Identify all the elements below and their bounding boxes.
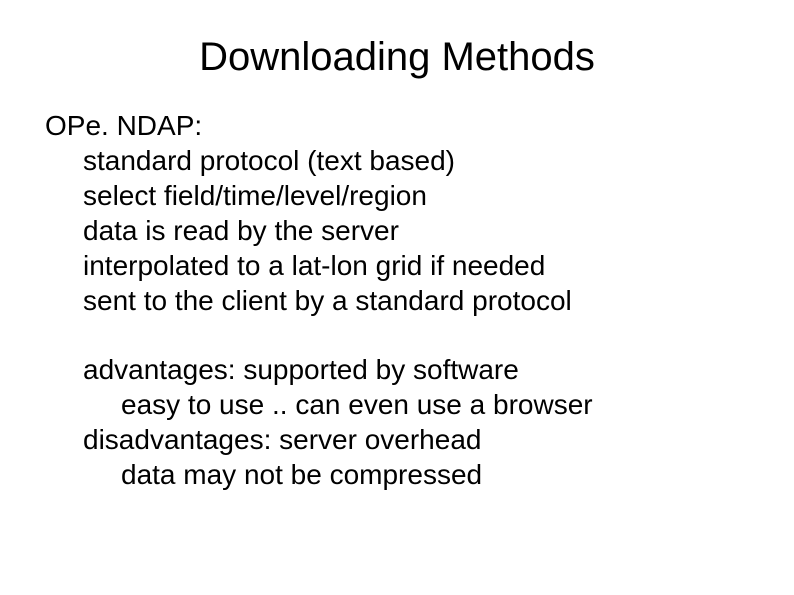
slide-title: Downloading Methods	[40, 35, 754, 80]
list-item: standard protocol (text based)	[83, 143, 754, 178]
advantages-header: advantages: supported by software	[83, 352, 754, 387]
disadvantages-header: disadvantages: server overhead	[83, 422, 754, 457]
disadvantages-detail: data may not be compressed	[121, 457, 754, 492]
slide-content: OPe. NDAP: standard protocol (text based…	[40, 108, 754, 492]
list-item: data is read by the server	[83, 213, 754, 248]
list-item: select field/time/level/region	[83, 178, 754, 213]
list-item: sent to the client by a standard protoco…	[83, 283, 754, 318]
section-header: OPe. NDAP:	[45, 108, 754, 143]
spacer	[45, 318, 754, 352]
list-item: interpolated to a lat-lon grid if needed	[83, 248, 754, 283]
advantages-detail: easy to use .. can even use a browser	[121, 387, 754, 422]
